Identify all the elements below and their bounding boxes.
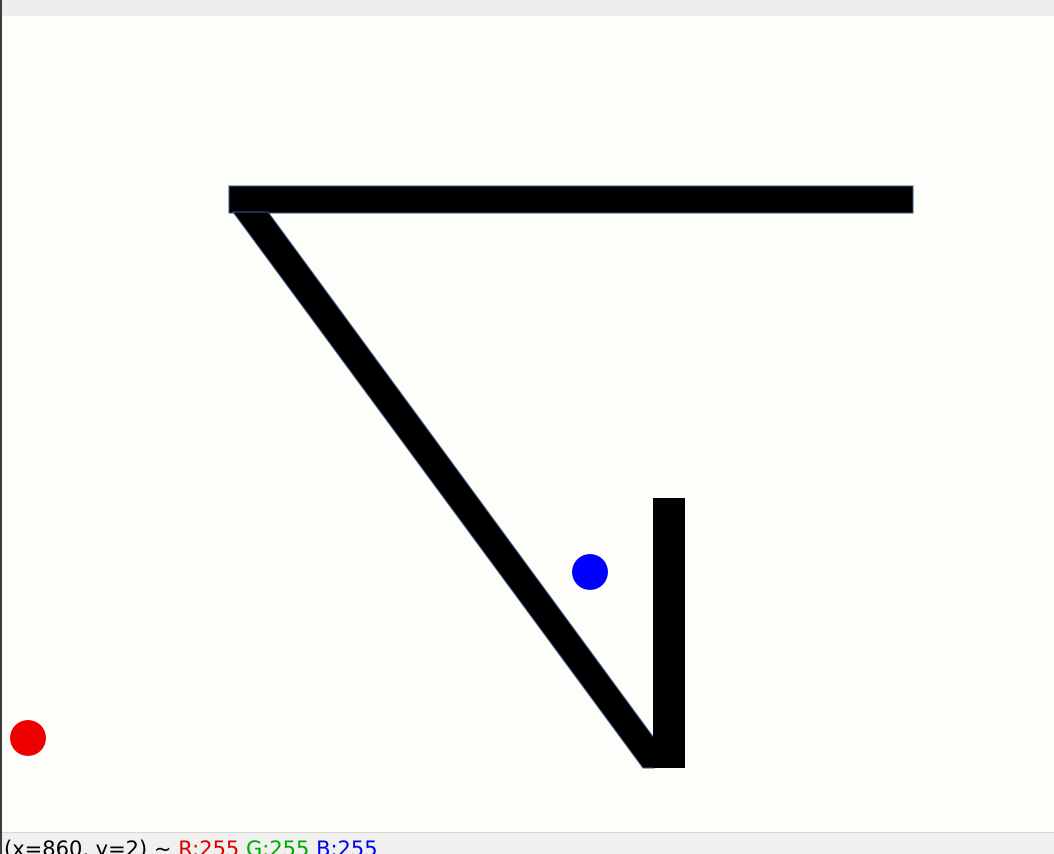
red-ball bbox=[10, 720, 46, 756]
blue-channel-value: B:255 bbox=[316, 837, 378, 854]
image-canvas[interactable] bbox=[2, 16, 1054, 832]
image-viewer-window: (x=860, y=2) ~ R:255 G:255 B:255 bbox=[0, 0, 1054, 854]
diagonal-bar bbox=[232, 211, 655, 769]
scene-svg bbox=[10, 185, 914, 769]
blue-ball bbox=[572, 554, 608, 590]
pixel-readout: (x=860, y=2) ~ R:255 G:255 B:255 bbox=[4, 837, 378, 854]
vertical-bar bbox=[653, 498, 685, 768]
cursor-coordinates: (x=860, y=2) ~ bbox=[4, 837, 179, 854]
status-bar: (x=860, y=2) ~ R:255 G:255 B:255 bbox=[2, 832, 1054, 854]
red-channel-value: R:255 bbox=[178, 837, 246, 854]
top-bar bbox=[228, 185, 914, 214]
green-channel-value: G:255 bbox=[245, 837, 317, 854]
top-toolbar-strip bbox=[2, 0, 1054, 16]
